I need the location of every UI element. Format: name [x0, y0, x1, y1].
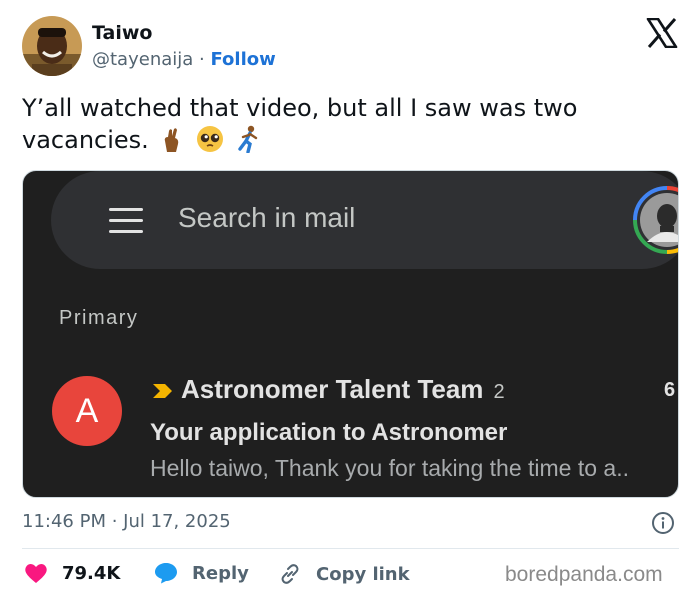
- hamburger-menu-icon[interactable]: [109, 208, 143, 234]
- link-icon: [281, 564, 299, 584]
- reply-bubble-icon: [155, 563, 177, 584]
- info-icon[interactable]: [651, 511, 675, 535]
- tweet-text: Y’all watched that video, but all I saw …: [22, 92, 682, 161]
- gmail-search-input[interactable]: Search in mail: [178, 202, 355, 234]
- thread-count: 2: [493, 381, 505, 403]
- gmail-profile-avatar[interactable]: [633, 186, 678, 254]
- email-snippet[interactable]: Hello taiwo, Thank you for taking the ti…: [150, 455, 678, 482]
- like-button[interactable]: 79.4K: [24, 562, 120, 584]
- email-time: 6: [664, 379, 676, 401]
- separator-dot: ·: [193, 49, 211, 70]
- reply-button[interactable]: Reply: [154, 562, 249, 584]
- email-sender-name: Astronomer Talent Team: [181, 374, 484, 404]
- sender-avatar: A: [52, 376, 122, 446]
- gmail-search-bar[interactable]: Search in mail: [51, 171, 678, 269]
- importance-marker-icon[interactable]: [153, 383, 173, 399]
- author-avatar[interactable]: [22, 16, 82, 76]
- tweet-text-content: Y’all watched that video, but all I saw …: [22, 94, 578, 154]
- copy-link-label: Copy link: [316, 563, 410, 585]
- boredpanda-watermark: boredpanda.com: [505, 563, 663, 586]
- running-man-icon: [236, 125, 262, 161]
- author-handle-row: @tayenaija · Follow: [92, 49, 276, 70]
- copy-link-button[interactable]: Copy link: [278, 562, 410, 586]
- footer-divider: [22, 548, 679, 549]
- x-logo-icon[interactable]: [646, 17, 678, 49]
- primary-section-label: Primary: [59, 307, 139, 329]
- tweet-media-image[interactable]: Search in mail Primary A Astronomer Tale…: [22, 170, 679, 498]
- reply-label: Reply: [192, 562, 249, 584]
- like-count: 79.4K: [62, 562, 121, 584]
- pleading-face-icon: [196, 125, 224, 161]
- crossed-fingers-icon: [160, 127, 184, 161]
- email-subject[interactable]: Your application to Astronomer: [150, 419, 507, 447]
- follow-button[interactable]: Follow: [210, 49, 275, 70]
- tweet-timestamp[interactable]: 11:46 PM · Jul 17, 2025: [22, 511, 231, 532]
- author-name[interactable]: Taiwo: [92, 22, 152, 44]
- email-sender[interactable]: Astronomer Talent Team 2: [181, 374, 505, 405]
- author-handle[interactable]: @tayenaija: [92, 49, 193, 70]
- heart-icon: [25, 564, 47, 583]
